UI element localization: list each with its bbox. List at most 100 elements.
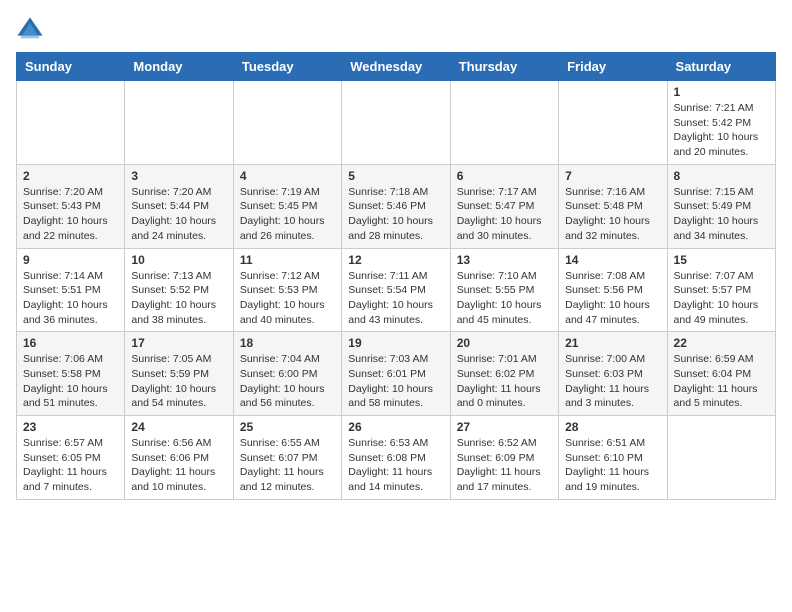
day-number: 22: [674, 336, 769, 350]
day-info: Sunrise: 7:05 AM Sunset: 5:59 PM Dayligh…: [131, 352, 226, 411]
day-info: Sunrise: 7:18 AM Sunset: 5:46 PM Dayligh…: [348, 185, 443, 244]
day-number: 16: [23, 336, 118, 350]
page-header: [16, 16, 776, 44]
calendar-cell: 24 Sunrise: 6:56 AM Sunset: 6:06 PM Dayli…: [125, 416, 233, 500]
calendar-cell: 27 Sunrise: 6:52 AM Sunset: 6:09 PM Dayli…: [450, 416, 558, 500]
day-info: Sunrise: 7:16 AM Sunset: 5:48 PM Dayligh…: [565, 185, 660, 244]
day-info: Sunrise: 7:01 AM Sunset: 6:02 PM Dayligh…: [457, 352, 552, 411]
day-of-week-thursday: Thursday: [450, 53, 558, 81]
day-number: 14: [565, 253, 660, 267]
day-info: Sunrise: 7:20 AM Sunset: 5:43 PM Dayligh…: [23, 185, 118, 244]
day-number: 11: [240, 253, 335, 267]
calendar-table: SundayMondayTuesdayWednesdayThursdayFrid…: [16, 52, 776, 500]
calendar-cell: 28 Sunrise: 6:51 AM Sunset: 6:10 PM Dayli…: [559, 416, 667, 500]
calendar-cell: [450, 81, 558, 165]
day-of-week-tuesday: Tuesday: [233, 53, 341, 81]
day-number: 18: [240, 336, 335, 350]
calendar-cell: 4 Sunrise: 7:19 AM Sunset: 5:45 PM Daylig…: [233, 164, 341, 248]
calendar-cell: [667, 416, 775, 500]
day-number: 8: [674, 169, 769, 183]
day-of-week-wednesday: Wednesday: [342, 53, 450, 81]
day-number: 17: [131, 336, 226, 350]
calendar-cell: [342, 81, 450, 165]
day-number: 5: [348, 169, 443, 183]
day-info: Sunrise: 6:53 AM Sunset: 6:08 PM Dayligh…: [348, 436, 443, 495]
day-number: 12: [348, 253, 443, 267]
day-number: 23: [23, 420, 118, 434]
day-number: 3: [131, 169, 226, 183]
day-info: Sunrise: 7:07 AM Sunset: 5:57 PM Dayligh…: [674, 269, 769, 328]
calendar-cell: 1 Sunrise: 7:21 AM Sunset: 5:42 PM Daylig…: [667, 81, 775, 165]
calendar-cell: 21Sunrise: 7:00 AM Sunset: 6:03 PM Dayli…: [559, 332, 667, 416]
day-info: Sunrise: 6:56 AM Sunset: 6:06 PM Dayligh…: [131, 436, 226, 495]
calendar-week-3: 9 Sunrise: 7:14 AM Sunset: 5:51 PM Daylig…: [17, 248, 776, 332]
calendar-cell: 9 Sunrise: 7:14 AM Sunset: 5:51 PM Daylig…: [17, 248, 125, 332]
calendar-cell: 7 Sunrise: 7:16 AM Sunset: 5:48 PM Daylig…: [559, 164, 667, 248]
calendar-cell: 5 Sunrise: 7:18 AM Sunset: 5:46 PM Daylig…: [342, 164, 450, 248]
day-info: Sunrise: 6:57 AM Sunset: 6:05 PM Dayligh…: [23, 436, 118, 495]
calendar-cell: 14 Sunrise: 7:08 AM Sunset: 5:56 PM Dayli…: [559, 248, 667, 332]
calendar-cell: 18 Sunrise: 7:04 AM Sunset: 6:00 PM Dayli…: [233, 332, 341, 416]
day-info: Sunrise: 7:21 AM Sunset: 5:42 PM Dayligh…: [674, 101, 769, 160]
calendar-cell: 20 Sunrise: 7:01 AM Sunset: 6:02 PM Dayli…: [450, 332, 558, 416]
day-number: 28: [565, 420, 660, 434]
day-number: 24: [131, 420, 226, 434]
calendar-cell: 2 Sunrise: 7:20 AM Sunset: 5:43 PM Daylig…: [17, 164, 125, 248]
day-number: 15: [674, 253, 769, 267]
calendar-cell: 23 Sunrise: 6:57 AM Sunset: 6:05 PM Dayli…: [17, 416, 125, 500]
calendar-cell: 8 Sunrise: 7:15 AM Sunset: 5:49 PM Daylig…: [667, 164, 775, 248]
day-info: Sunrise: 7:04 AM Sunset: 6:00 PM Dayligh…: [240, 352, 335, 411]
day-number: 21: [565, 336, 660, 350]
day-of-week-sunday: Sunday: [17, 53, 125, 81]
logo-icon: [16, 16, 44, 44]
day-number: 1: [674, 85, 769, 99]
calendar-cell: 22Sunrise: 6:59 AM Sunset: 6:04 PM Dayli…: [667, 332, 775, 416]
day-of-week-monday: Monday: [125, 53, 233, 81]
day-info: Sunrise: 7:11 AM Sunset: 5:54 PM Dayligh…: [348, 269, 443, 328]
calendar-cell: 25 Sunrise: 6:55 AM Sunset: 6:07 PM Dayli…: [233, 416, 341, 500]
day-number: 26: [348, 420, 443, 434]
calendar-week-4: 16 Sunrise: 7:06 AM Sunset: 5:58 PM Dayli…: [17, 332, 776, 416]
calendar-cell: 10Sunrise: 7:13 AM Sunset: 5:52 PM Dayli…: [125, 248, 233, 332]
calendar-cell: 17 Sunrise: 7:05 AM Sunset: 5:59 PM Dayli…: [125, 332, 233, 416]
calendar-cell: 19 Sunrise: 7:03 AM Sunset: 6:01 PM Dayli…: [342, 332, 450, 416]
calendar-cell: [559, 81, 667, 165]
day-number: 25: [240, 420, 335, 434]
day-number: 20: [457, 336, 552, 350]
day-number: 7: [565, 169, 660, 183]
calendar-cell: 15 Sunrise: 7:07 AM Sunset: 5:57 PM Dayli…: [667, 248, 775, 332]
day-of-week-saturday: Saturday: [667, 53, 775, 81]
day-info: Sunrise: 7:13 AM Sunset: 5:52 PM Dayligh…: [131, 269, 226, 328]
day-number: 19: [348, 336, 443, 350]
day-of-week-friday: Friday: [559, 53, 667, 81]
calendar-header-row: SundayMondayTuesdayWednesdayThursdayFrid…: [17, 53, 776, 81]
calendar-cell: [17, 81, 125, 165]
logo: [16, 16, 48, 44]
day-info: Sunrise: 7:19 AM Sunset: 5:45 PM Dayligh…: [240, 185, 335, 244]
day-info: Sunrise: 7:08 AM Sunset: 5:56 PM Dayligh…: [565, 269, 660, 328]
calendar-week-2: 2 Sunrise: 7:20 AM Sunset: 5:43 PM Daylig…: [17, 164, 776, 248]
day-number: 27: [457, 420, 552, 434]
day-number: 4: [240, 169, 335, 183]
calendar-cell: 16 Sunrise: 7:06 AM Sunset: 5:58 PM Dayli…: [17, 332, 125, 416]
day-info: Sunrise: 7:17 AM Sunset: 5:47 PM Dayligh…: [457, 185, 552, 244]
calendar-cell: [125, 81, 233, 165]
day-number: 2: [23, 169, 118, 183]
day-info: Sunrise: 7:14 AM Sunset: 5:51 PM Dayligh…: [23, 269, 118, 328]
calendar-cell: 13 Sunrise: 7:10 AM Sunset: 5:55 PM Dayli…: [450, 248, 558, 332]
day-info: Sunrise: 7:10 AM Sunset: 5:55 PM Dayligh…: [457, 269, 552, 328]
day-info: Sunrise: 7:03 AM Sunset: 6:01 PM Dayligh…: [348, 352, 443, 411]
day-info: Sunrise: 6:51 AM Sunset: 6:10 PM Dayligh…: [565, 436, 660, 495]
day-info: Sunrise: 7:20 AM Sunset: 5:44 PM Dayligh…: [131, 185, 226, 244]
day-number: 9: [23, 253, 118, 267]
day-number: 6: [457, 169, 552, 183]
day-info: Sunrise: 6:55 AM Sunset: 6:07 PM Dayligh…: [240, 436, 335, 495]
day-info: Sunrise: 6:52 AM Sunset: 6:09 PM Dayligh…: [457, 436, 552, 495]
day-info: Sunrise: 7:06 AM Sunset: 5:58 PM Dayligh…: [23, 352, 118, 411]
calendar-week-1: 1 Sunrise: 7:21 AM Sunset: 5:42 PM Daylig…: [17, 81, 776, 165]
day-info: Sunrise: 7:15 AM Sunset: 5:49 PM Dayligh…: [674, 185, 769, 244]
calendar-cell: 26 Sunrise: 6:53 AM Sunset: 6:08 PM Dayli…: [342, 416, 450, 500]
day-number: 13: [457, 253, 552, 267]
day-info: Sunrise: 7:12 AM Sunset: 5:53 PM Dayligh…: [240, 269, 335, 328]
calendar-cell: 3 Sunrise: 7:20 AM Sunset: 5:44 PM Daylig…: [125, 164, 233, 248]
